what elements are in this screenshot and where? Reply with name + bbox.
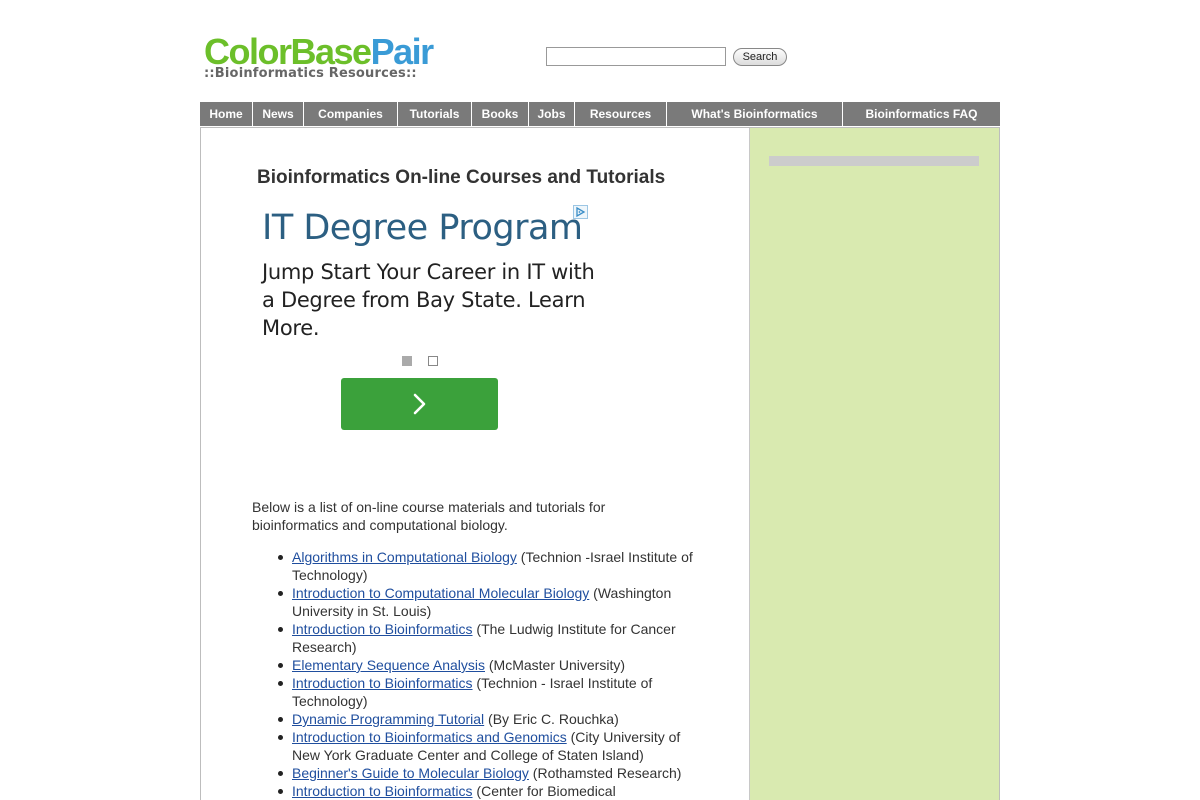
nav-item-companies[interactable]: Companies bbox=[304, 102, 398, 126]
nav-item-tutorials[interactable]: Tutorials bbox=[398, 102, 472, 126]
nav-item-home[interactable]: Home bbox=[200, 102, 253, 126]
ad-slide-indicator[interactable] bbox=[428, 356, 438, 366]
right-sidebar bbox=[749, 128, 999, 800]
course-source: (By Eric C. Rouchka) bbox=[484, 711, 619, 727]
list-item: Introduction to Bioinformatics (Technion… bbox=[278, 674, 702, 710]
course-source: (McMaster University) bbox=[485, 657, 626, 673]
chevron-right-icon bbox=[413, 393, 426, 415]
nav-item-news[interactable]: News bbox=[253, 102, 304, 126]
list-item: Elementary Sequence Analysis (McMaster U… bbox=[278, 656, 702, 674]
intro-text: Below is a list of on-line course materi… bbox=[252, 499, 606, 533]
course-link[interactable]: Elementary Sequence Analysis bbox=[292, 657, 485, 673]
nav-item-books[interactable]: Books bbox=[472, 102, 529, 126]
ad-slide-indicator-active[interactable] bbox=[402, 356, 412, 366]
nav-item-jobs[interactable]: Jobs bbox=[529, 102, 575, 126]
course-link[interactable]: Introduction to Bioinformatics bbox=[292, 675, 473, 691]
list-item: Algorithms in Computational Biology (Tec… bbox=[278, 548, 702, 584]
course-link[interactable]: Dynamic Programming Tutorial bbox=[292, 711, 484, 727]
search-button[interactable]: Search bbox=[733, 48, 787, 66]
list-item: Dynamic Programming Tutorial (By Eric C.… bbox=[278, 710, 702, 728]
nav-item-bioinformatics-faq[interactable]: Bioinformatics FAQ bbox=[843, 102, 1000, 126]
course-link[interactable]: Introduction to Bioinformatics bbox=[292, 783, 473, 799]
list-item: Introduction to Bioinformatics (Center f… bbox=[278, 782, 702, 800]
list-item: Introduction to Bioinformatics (The Ludw… bbox=[278, 620, 702, 656]
list-item: Introduction to Computational Molecular … bbox=[278, 584, 702, 620]
list-item: Beginner's Guide to Molecular Biology (R… bbox=[278, 764, 702, 782]
course-link[interactable]: Introduction to Bioinformatics bbox=[292, 621, 473, 637]
list-item: Introduction to Bioinformatics and Genom… bbox=[278, 728, 702, 764]
course-source: (Rothamsted Research) bbox=[528, 765, 682, 781]
ad-title[interactable]: IT Degree Program bbox=[262, 208, 583, 248]
course-link[interactable]: Algorithms in Computational Biology bbox=[292, 549, 517, 565]
ad-next-button[interactable] bbox=[341, 378, 498, 430]
logo-tagline: ::Bioinformatics Resources:: bbox=[204, 66, 417, 81]
page-title: Bioinformatics On-line Courses and Tutor… bbox=[257, 167, 666, 188]
course-link[interactable]: Beginner's Guide to Molecular Biology bbox=[292, 765, 529, 781]
search-input[interactable] bbox=[546, 47, 726, 66]
course-link[interactable]: Introduction to Computational Molecular … bbox=[292, 585, 589, 601]
nav-item-whats-bioinformatics[interactable]: What's Bioinformatics bbox=[667, 102, 843, 126]
site-logo[interactable]: ColorBasePair ::Bioinformatics Resources… bbox=[204, 32, 434, 82]
course-link[interactable]: Introduction to Bioinformatics and Genom… bbox=[292, 729, 567, 745]
sidebar-header-bar bbox=[769, 156, 979, 166]
nav-item-resources[interactable]: Resources bbox=[575, 102, 667, 126]
course-list: Algorithms in Computational Biology (Tec… bbox=[278, 548, 702, 800]
ad-body[interactable]: Jump Start Your Career in IT with a Degr… bbox=[262, 258, 602, 342]
course-source: (Center for Biomedical bbox=[472, 783, 616, 799]
main-nav: Home News Companies Tutorials Books Jobs… bbox=[200, 102, 1000, 126]
